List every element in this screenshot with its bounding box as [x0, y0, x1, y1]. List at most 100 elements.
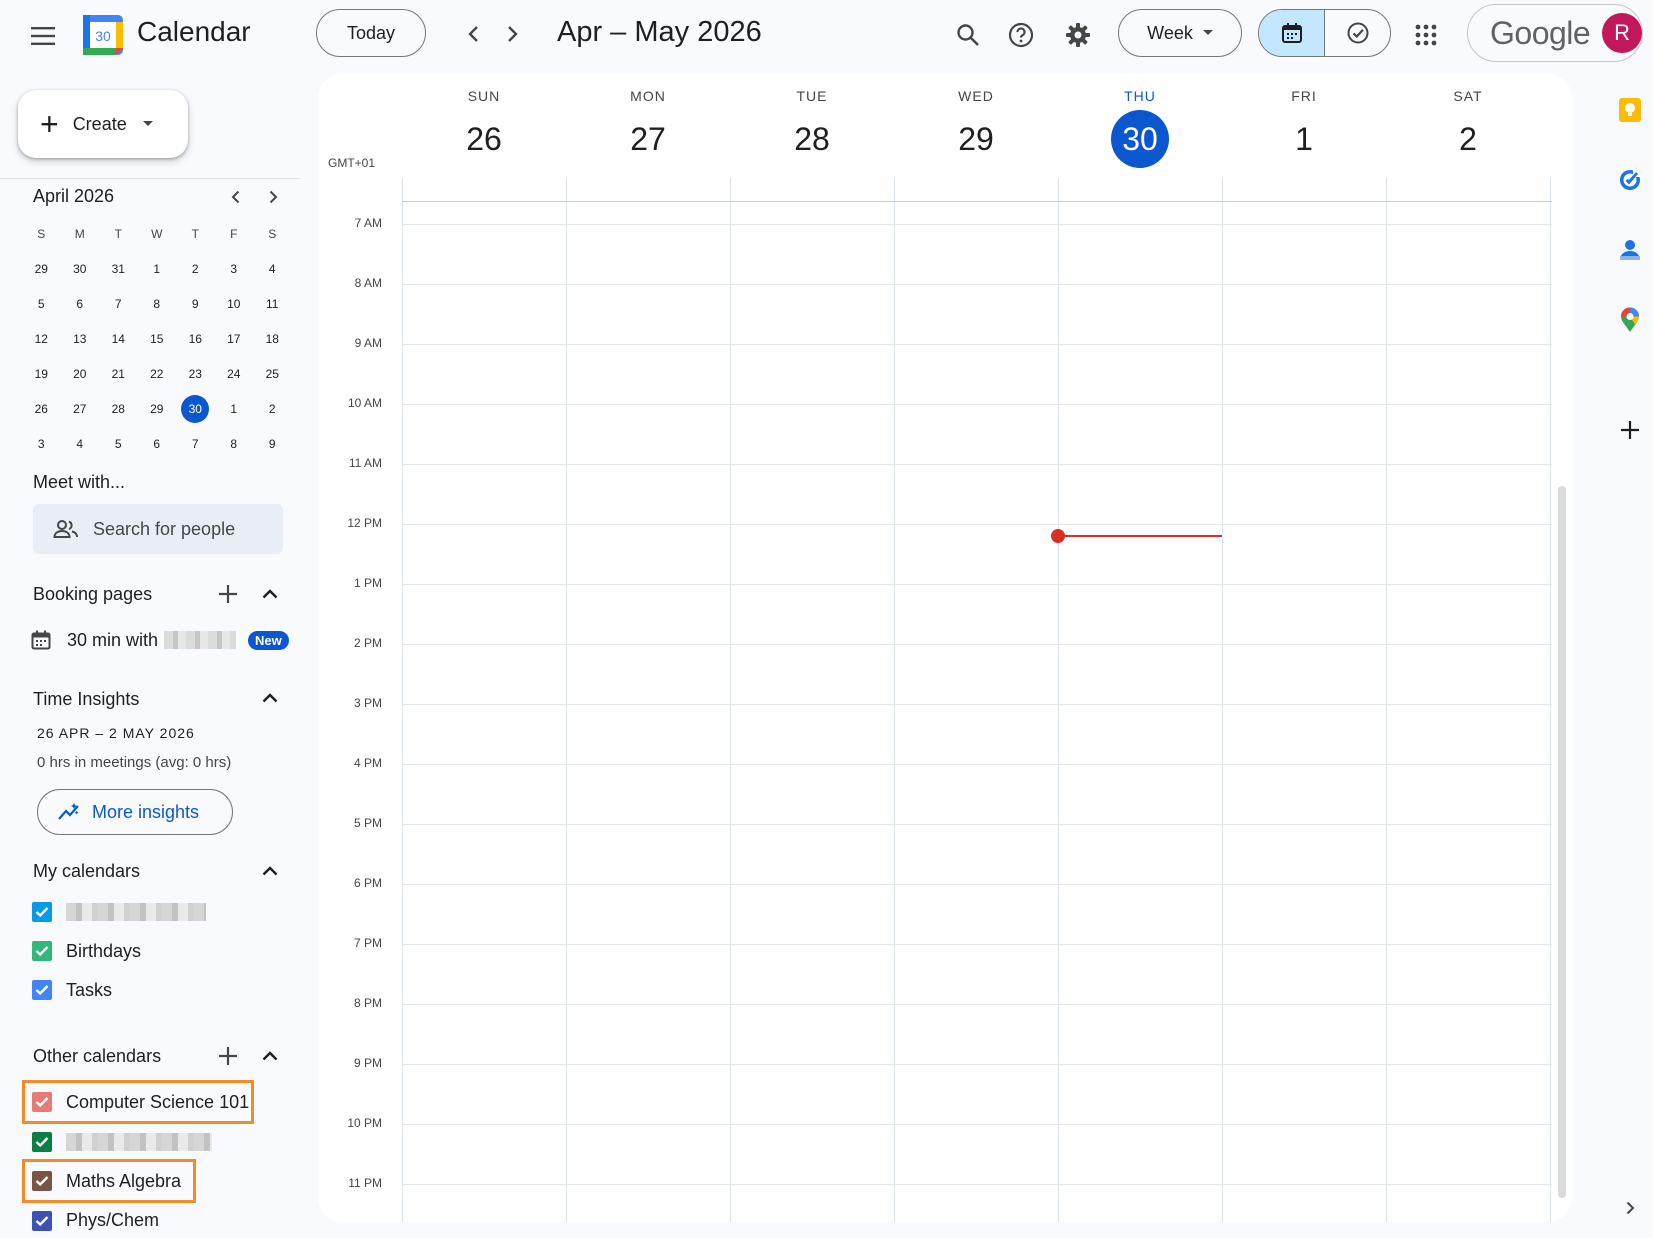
mini-calendar-day[interactable]: 6: [143, 430, 171, 458]
day-number-today[interactable]: 30: [1111, 110, 1169, 168]
add-addon-button[interactable]: [1612, 412, 1648, 448]
mini-calendar-day[interactable]: 23: [181, 360, 209, 388]
mini-calendar-day[interactable]: 15: [143, 325, 171, 353]
mini-calendar-day[interactable]: 6: [66, 290, 94, 318]
mini-calendar-day-selected[interactable]: 30: [181, 394, 210, 423]
next-week-button[interactable]: [495, 14, 531, 54]
day-number[interactable]: 2: [1439, 110, 1497, 168]
google-apps-button[interactable]: [1405, 14, 1447, 56]
mini-calendar-day[interactable]: 1: [220, 395, 248, 423]
calendar-checkbox[interactable]: [32, 902, 52, 922]
mini-calendar-day[interactable]: 4: [258, 255, 286, 283]
mini-calendar-day[interactable]: 5: [104, 430, 132, 458]
mini-calendar-day[interactable]: 28: [104, 395, 132, 423]
calendar-item[interactable]: Maths Algebra: [32, 1165, 181, 1197]
mini-calendar-day[interactable]: 11: [258, 290, 286, 318]
mini-calendar-day[interactable]: 8: [143, 290, 171, 318]
calendar-item[interactable]: Tasks: [32, 974, 112, 1006]
mini-calendar-cell: 6: [61, 286, 100, 321]
calendar-checkbox[interactable]: [32, 1092, 52, 1112]
day-number[interactable]: 28: [783, 110, 841, 168]
mini-calendar-prev-button[interactable]: [222, 184, 248, 210]
calendar-checkbox[interactable]: [32, 1171, 52, 1191]
mini-calendar-day[interactable]: 18: [258, 325, 286, 353]
mini-calendar-day[interactable]: 24: [220, 360, 248, 388]
today-button[interactable]: Today: [316, 9, 426, 57]
keep-button[interactable]: [1612, 92, 1648, 128]
mini-calendar-day[interactable]: 13: [66, 325, 94, 353]
booking-pages-collapse-button[interactable]: [256, 580, 284, 608]
mini-calendar-day[interactable]: 27: [66, 395, 94, 423]
calendar-item[interactable]: Phys/Chem: [32, 1205, 159, 1237]
add-other-calendar-button[interactable]: [214, 1042, 242, 1070]
day-header: SUN 26: [402, 88, 566, 168]
help-button[interactable]: [1000, 14, 1042, 56]
calendar-icon: [1281, 23, 1302, 43]
mini-calendar-day[interactable]: 17: [220, 325, 248, 353]
mini-calendar-day[interactable]: 1: [143, 255, 171, 283]
calendar-item[interactable]: [32, 896, 206, 928]
calendar-item[interactable]: Computer Science 101: [32, 1086, 249, 1118]
mini-calendar-day[interactable]: 16: [181, 325, 209, 353]
view-select[interactable]: Week: [1118, 9, 1242, 57]
booking-page-item[interactable]: 30 min with New: [30, 624, 300, 656]
contacts-button[interactable]: [1612, 232, 1648, 268]
mini-calendar-day[interactable]: 5: [27, 290, 55, 318]
mini-calendar-day[interactable]: 9: [258, 430, 286, 458]
mini-calendar-day[interactable]: 12: [27, 325, 55, 353]
settings-button[interactable]: [1057, 14, 1099, 56]
mini-calendar-day[interactable]: 31: [104, 255, 132, 283]
calendar-checkbox[interactable]: [32, 980, 52, 1000]
previous-week-button[interactable]: [455, 14, 491, 54]
mini-calendar-day[interactable]: 3: [220, 255, 248, 283]
mini-calendar-day[interactable]: 20: [66, 360, 94, 388]
create-button[interactable]: + Create: [18, 90, 188, 158]
mini-calendar-day[interactable]: 14: [104, 325, 132, 353]
mini-calendar-cell: 12: [22, 321, 61, 356]
mini-calendar-day[interactable]: 10: [220, 290, 248, 318]
mini-calendar-day[interactable]: 9: [181, 290, 209, 318]
calendar-checkbox[interactable]: [32, 941, 52, 961]
mini-calendar-day[interactable]: 25: [258, 360, 286, 388]
calendar-item[interactable]: [32, 1126, 212, 1158]
tasks-view-toggle[interactable]: [1325, 10, 1390, 56]
mini-calendar-day[interactable]: 30: [66, 255, 94, 283]
hour-label: 8 AM: [354, 276, 382, 290]
maps-button[interactable]: [1612, 302, 1648, 338]
mini-calendar-day[interactable]: 7: [104, 290, 132, 318]
mini-calendar-day[interactable]: 4: [66, 430, 94, 458]
more-insights-button[interactable]: More insights: [37, 789, 233, 835]
mini-calendar-day[interactable]: 2: [181, 255, 209, 283]
mini-calendar-day[interactable]: 19: [27, 360, 55, 388]
search-button[interactable]: [947, 14, 989, 56]
mini-calendar-day[interactable]: 29: [27, 255, 55, 283]
calendar-item[interactable]: Birthdays: [32, 935, 141, 967]
main-menu-button[interactable]: [22, 14, 66, 58]
day-number[interactable]: 1: [1275, 110, 1333, 168]
my-calendars-collapse-button[interactable]: [256, 857, 284, 885]
people-search-input[interactable]: Search for people: [33, 504, 283, 554]
mini-calendar-day[interactable]: 26: [27, 395, 55, 423]
mini-calendar-day[interactable]: 7: [181, 430, 209, 458]
mini-calendar-day[interactable]: 22: [143, 360, 171, 388]
calendar-logo[interactable]: 30: [82, 14, 124, 56]
day-number[interactable]: 27: [619, 110, 677, 168]
scrollbar[interactable]: [1558, 486, 1566, 1198]
mini-calendar-day[interactable]: 8: [220, 430, 248, 458]
calendar-view-toggle[interactable]: [1259, 10, 1325, 56]
account-button[interactable]: Google R: [1467, 4, 1643, 62]
expand-side-panel-button[interactable]: [1612, 1190, 1648, 1226]
time-insights-collapse-button[interactable]: [256, 684, 284, 712]
mini-calendar-next-button[interactable]: [260, 184, 286, 210]
mini-calendar-day[interactable]: 3: [27, 430, 55, 458]
day-number[interactable]: 26: [455, 110, 513, 168]
tasks-button[interactable]: [1612, 162, 1648, 198]
day-number[interactable]: 29: [947, 110, 1005, 168]
calendar-checkbox[interactable]: [32, 1210, 52, 1231]
mini-calendar-day[interactable]: 21: [104, 360, 132, 388]
calendar-checkbox[interactable]: [32, 1131, 52, 1152]
add-booking-page-button[interactable]: [214, 580, 242, 608]
other-calendars-collapse-button[interactable]: [256, 1042, 284, 1070]
mini-calendar-day[interactable]: 29: [143, 395, 171, 423]
mini-calendar-day[interactable]: 2: [258, 395, 286, 423]
